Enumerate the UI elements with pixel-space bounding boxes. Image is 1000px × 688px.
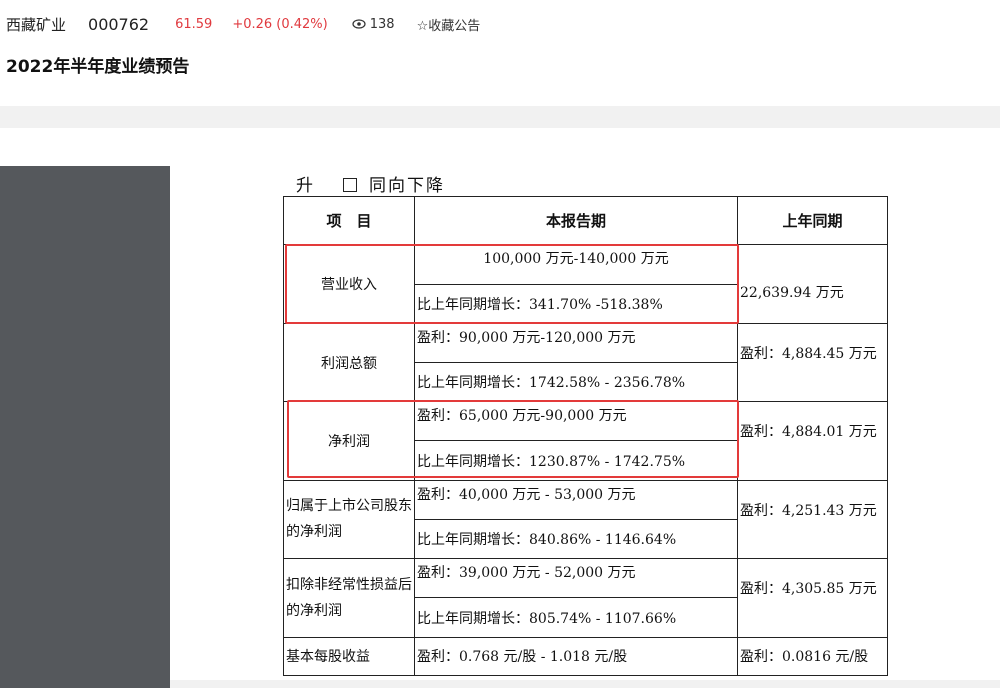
favorite-button[interactable]: ☆收藏公告: [417, 15, 481, 34]
view-count-value: 138: [369, 16, 395, 32]
table-row: 营业收入 100,000 万元-140,000 万元 22,639.94 万元: [283, 244, 888, 324]
document-page: 升 同向下降 项 目 本报告期 上年同期 营业收入 100,000 万元-140,…: [0, 128, 1000, 688]
row-previous: 盈利：0.0816 元/股: [737, 636, 888, 677]
row-previous: 盈利：4,884.01 万元: [737, 401, 888, 481]
row-item: 营业收入: [283, 244, 415, 324]
row-item: 利润总额: [283, 322, 415, 403]
page-title: 2022年半年度业绩预告: [6, 57, 190, 77]
trend-left-text: 升: [296, 176, 315, 196]
stock-code: 000762: [88, 14, 150, 34]
row-current: 100,000 万元-140,000 万元: [414, 244, 738, 285]
header-previous: 上年同期: [737, 195, 888, 246]
header-current: 本报告期: [414, 195, 738, 246]
trend-right-text: 同向下降: [369, 176, 445, 196]
row-previous: 盈利：4,251.43 万元: [737, 479, 888, 560]
eye-icon: [352, 19, 366, 29]
table-row: 基本每股收益 盈利：0.768 元/股 - 1.018 元/股 盈利：0.081…: [283, 636, 888, 677]
row-previous: 22,639.94 万元: [737, 244, 888, 324]
forecast-table: 项 目 本报告期 上年同期 营业收入 100,000 万元-140,000 万元…: [283, 195, 888, 677]
row-current: 盈利：39,000 万元 - 52,000 万元: [414, 558, 738, 599]
row-current: 盈利：65,000 万元-90,000 万元: [414, 401, 738, 442]
row-item: 净利润: [283, 401, 415, 481]
table-row: 净利润 盈利：65,000 万元-90,000 万元 盈利：4,884.01 万…: [283, 401, 888, 481]
divider-band: [0, 106, 1000, 128]
row-current: 盈利：0.768 元/股 - 1.018 元/股: [414, 636, 738, 677]
table-row: 归属于上市公司股东的净利润 盈利：40,000 万元 - 53,000 万元 盈…: [283, 479, 888, 560]
favorite-label: ☆收藏公告: [416, 18, 481, 34]
row-growth: 比上年同期增长：341.70% -518.38%: [414, 283, 738, 324]
header-item: 项 目: [283, 195, 415, 246]
row-previous: 盈利：4,305.85 万元: [737, 558, 888, 638]
table-header-row: 项 目 本报告期 上年同期: [283, 195, 888, 246]
stock-name[interactable]: 西藏矿业: [6, 14, 66, 35]
row-growth: 比上年同期增长：840.86% - 1146.64%: [414, 518, 738, 560]
stock-header: 西藏矿业 000762 61.59 +0.26 (0.42%) 138 ☆收藏公…: [6, 12, 480, 36]
stock-change: +0.26 (0.42%): [232, 16, 328, 32]
row-item: 基本每股收益: [283, 636, 415, 677]
trend-line: 升 同向下降: [296, 171, 445, 196]
table-row: 利润总额 盈利：90,000 万元-120,000 万元 盈利：4,884.45…: [283, 322, 888, 403]
checkbox-icon: [343, 178, 357, 192]
row-growth: 比上年同期增长：1742.58% - 2356.78%: [414, 361, 738, 403]
row-current: 盈利：40,000 万元 - 53,000 万元: [414, 479, 738, 520]
row-growth: 比上年同期增长：1230.87% - 1742.75%: [414, 440, 738, 481]
row-previous: 盈利：4,884.45 万元: [737, 322, 888, 403]
row-item: 扣除非经常性损益后的净利润: [283, 558, 415, 638]
stock-price: 61.59: [175, 16, 213, 32]
view-count: 138: [352, 17, 395, 32]
row-current: 盈利：90,000 万元-120,000 万元: [414, 322, 738, 364]
table-row: 扣除非经常性损益后的净利润 盈利：39,000 万元 - 52,000 万元 盈…: [283, 558, 888, 638]
row-item: 归属于上市公司股东的净利润: [283, 479, 415, 560]
document-viewer[interactable]: 升 同向下降 项 目 本报告期 上年同期 营业收入 100,000 万元-140,…: [0, 128, 1000, 688]
row-growth: 比上年同期增长：805.74% - 1107.66%: [414, 597, 738, 638]
